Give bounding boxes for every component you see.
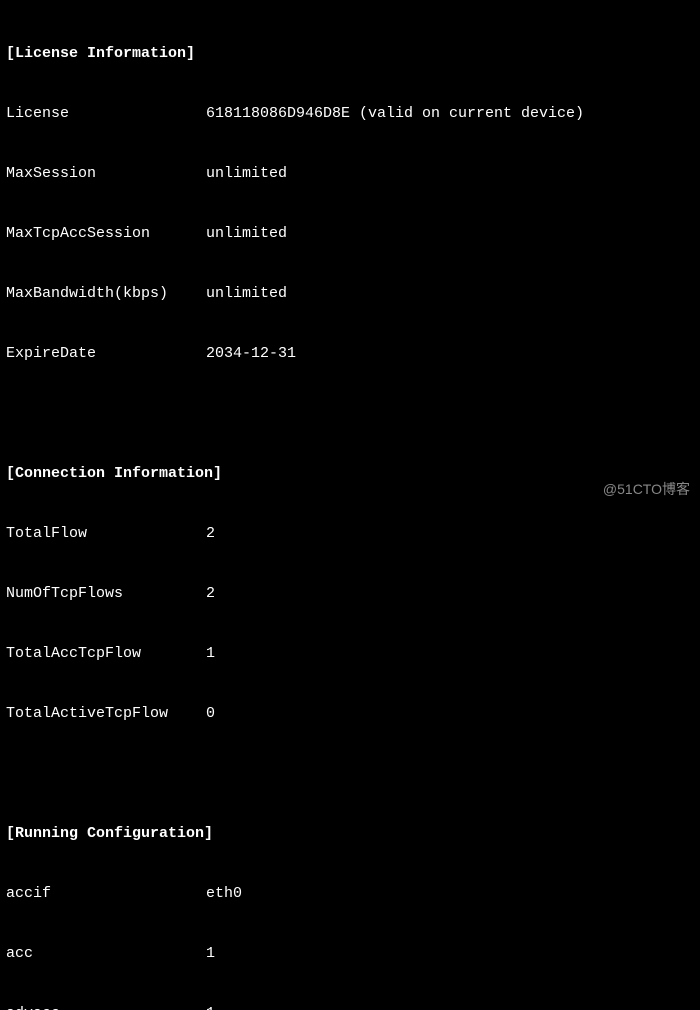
maxbandwidth-key: MaxBandwidth(kbps) bbox=[6, 284, 206, 304]
totalactivetcp-row: TotalActiveTcpFlow0 bbox=[6, 704, 694, 724]
maxtcpacc-key: MaxTcpAccSession bbox=[6, 224, 206, 244]
connection-section-header: [Connection Information] bbox=[6, 464, 694, 484]
license-section-header: [License Information] bbox=[6, 44, 694, 64]
maxbandwidth-val: unlimited bbox=[206, 284, 287, 304]
totalactivetcp-key: TotalActiveTcpFlow bbox=[6, 704, 206, 724]
maxsession-row: MaxSessionunlimited bbox=[6, 164, 694, 184]
expiredate-val: 2034-12-31 bbox=[206, 344, 296, 364]
totalflow-val: 2 bbox=[206, 524, 215, 544]
acc-key: acc bbox=[6, 944, 206, 964]
blank-line bbox=[6, 404, 694, 424]
acc-row: acc1 bbox=[6, 944, 694, 964]
maxtcpacc-row: MaxTcpAccSessionunlimited bbox=[6, 224, 694, 244]
maxbandwidth-row: MaxBandwidth(kbps)unlimited bbox=[6, 284, 694, 304]
running-section-header: [Running Configuration] bbox=[6, 824, 694, 844]
license-row: License618118086D946D8E (valid on curren… bbox=[6, 104, 694, 124]
numoftcp-val: 2 bbox=[206, 584, 215, 604]
expiredate-key: ExpireDate bbox=[6, 344, 206, 364]
totalflow-row: TotalFlow2 bbox=[6, 524, 694, 544]
license-val: 618118086D946D8E (valid on current devic… bbox=[206, 104, 584, 124]
maxtcpacc-val: unlimited bbox=[206, 224, 287, 244]
maxsession-key: MaxSession bbox=[6, 164, 206, 184]
terminal-output[interactable]: [License Information] License618118086D9… bbox=[0, 0, 700, 1010]
acc-val: 1 bbox=[206, 944, 215, 964]
totalacctcp-val: 1 bbox=[206, 644, 215, 664]
numoftcp-key: NumOfTcpFlows bbox=[6, 584, 206, 604]
totalacctcp-row: TotalAccTcpFlow1 bbox=[6, 644, 694, 664]
advacc-row: advacc1 bbox=[6, 1004, 694, 1010]
maxsession-val: unlimited bbox=[206, 164, 287, 184]
advacc-key: advacc bbox=[6, 1004, 206, 1010]
accif-row: accifeth0 bbox=[6, 884, 694, 904]
numoftcp-row: NumOfTcpFlows2 bbox=[6, 584, 694, 604]
totalactivetcp-val: 0 bbox=[206, 704, 215, 724]
watermark-text: @51CTO博客 bbox=[603, 479, 690, 499]
expiredate-row: ExpireDate2034-12-31 bbox=[6, 344, 694, 364]
advacc-val: 1 bbox=[206, 1004, 215, 1010]
accif-key: accif bbox=[6, 884, 206, 904]
accif-val: eth0 bbox=[206, 884, 242, 904]
license-key: License bbox=[6, 104, 206, 124]
totalacctcp-key: TotalAccTcpFlow bbox=[6, 644, 206, 664]
totalflow-key: TotalFlow bbox=[6, 524, 206, 544]
blank-line bbox=[6, 764, 694, 784]
